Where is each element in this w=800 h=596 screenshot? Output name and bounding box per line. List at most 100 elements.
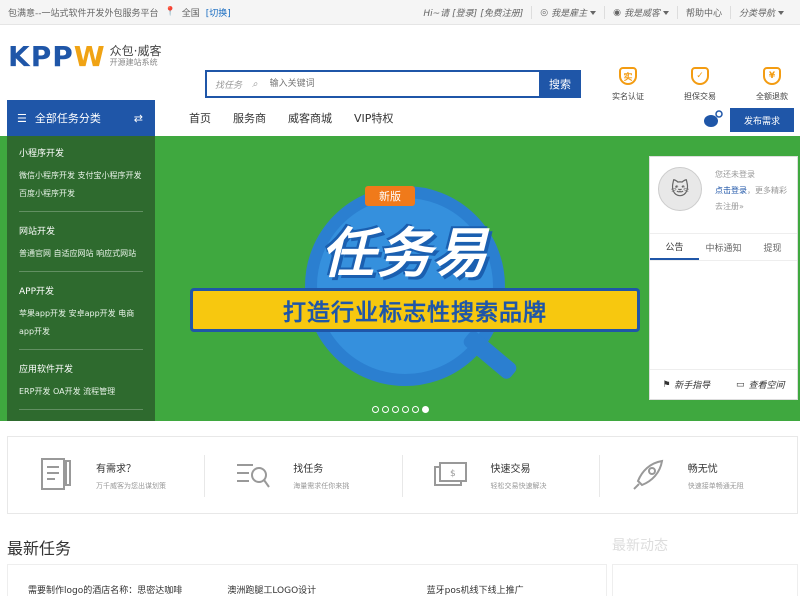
- feature-subtitle: 轻松交易快速解决: [490, 481, 547, 490]
- top-bar: 包满意--一站式软件开发外包服务平台 📍 全国 [切换] Hi~请 [登录] […: [0, 0, 800, 25]
- feature-title: 畅无忧: [687, 463, 718, 475]
- svg-text:$: $: [450, 469, 456, 479]
- badge-refund: ¥ 全额退款: [750, 67, 794, 102]
- feature-need[interactable]: 有需求？ 万千威客为您出谋划策: [8, 437, 206, 513]
- category-title[interactable]: APP开发: [19, 284, 143, 297]
- category-items[interactable]: 普通官网 自适应网站 响应式网站: [19, 245, 143, 263]
- publish-demand-button[interactable]: 发布需求: [730, 108, 794, 132]
- money-icon: $: [433, 462, 467, 486]
- search-button[interactable]: 搜索: [539, 70, 581, 98]
- category-group: APP开发 苹果app开发 安卓app开发 电商app开发: [19, 284, 143, 350]
- login-status: 您还未登录: [715, 170, 755, 179]
- menu-icon: ☰: [17, 111, 27, 125]
- carousel-dot[interactable]: [382, 406, 389, 413]
- nav-home[interactable]: 首页: [189, 110, 211, 126]
- nav-mall[interactable]: 威客商城: [288, 110, 332, 126]
- login-link[interactable]: [登录]: [452, 6, 477, 19]
- search-list-icon: [237, 464, 271, 488]
- task-item[interactable]: 需要制作logo的酒店名称：思密达咖啡: [8, 565, 207, 596]
- category-items[interactable]: 微信小程序开发 支付宝小程序开发 百度小程序开发: [19, 167, 143, 203]
- monitor-icon: ▭: [735, 379, 745, 390]
- category-items[interactable]: ERP开发 OA开发 流程管理: [19, 383, 143, 401]
- category-sidebar: 小程序开发 微信小程序开发 支付宝小程序开发 百度小程序开发 网站开发 普通官网…: [7, 136, 155, 421]
- search-input[interactable]: [265, 72, 539, 96]
- document-icon: [41, 458, 71, 490]
- employer-label: 我是雇主: [551, 9, 588, 19]
- category-title[interactable]: 网站开发: [19, 224, 143, 237]
- trust-badges: 实实名认证 ✓ 担保交易 ¥ 全额退款: [606, 67, 794, 102]
- rocket-icon: [633, 459, 663, 490]
- beginner-guide-label: 新手指导: [674, 381, 711, 391]
- feature-strip: 有需求？ 万千威客为您出谋划策 找任务 海量需求任你来挑 $ 快速交易轻松交易快速解…: [7, 436, 798, 514]
- carousel-dot[interactable]: [412, 406, 419, 413]
- tab-withdraw[interactable]: 提现: [748, 234, 797, 260]
- login-link[interactable]: 点击登录: [715, 186, 747, 195]
- tab-announcement[interactable]: 公告: [650, 234, 699, 260]
- all-categories-label: 全部任务分类: [34, 112, 101, 125]
- employer-menu[interactable]: ◎ 我是雇主: [531, 6, 604, 19]
- register-link[interactable]: [免费注册]: [480, 6, 523, 19]
- notice-tabs: 公告 中标通知 提现: [650, 233, 797, 261]
- carousel-dot[interactable]: [402, 406, 409, 413]
- site-logo[interactable]: KPPW 众包·威客 开源建站系统: [8, 40, 161, 73]
- tab-winning-notice[interactable]: 中标通知: [699, 234, 748, 260]
- carousel-dot[interactable]: [372, 406, 379, 413]
- nav-vip[interactable]: VIP特权: [354, 110, 393, 126]
- feature-subtitle: 海量需求任你来挑: [293, 481, 350, 490]
- hero-slogan: 打造行业标志性搜索品牌: [190, 288, 640, 332]
- chevron-down-icon: [590, 10, 597, 15]
- chevron-down-icon: [778, 10, 784, 15]
- shield-yuan-icon: ¥: [763, 67, 781, 85]
- hero-graphic: 新版 任务易 打造行业标志性搜索品牌: [190, 176, 640, 386]
- category-items[interactable]: 苹果app开发 安卓app开发 电商app开发: [19, 305, 143, 341]
- task-item[interactable]: 蓝牙pos机线下线上推广: [407, 565, 606, 596]
- latest-tasks: 需要制作logo的酒店名称：思密达咖啡 澳洲跑腿工LOGO设计 蓝牙pos机线下…: [7, 564, 607, 596]
- logo-subtitle: 开源建站系统: [109, 57, 158, 67]
- all-categories-button[interactable]: ☰ 全部任务分类 ⇄: [7, 100, 155, 136]
- register-link[interactable]: 去注册»: [715, 199, 787, 215]
- nav-providers[interactable]: 服务商: [233, 110, 266, 126]
- employer-icon: ◎: [540, 7, 549, 18]
- hero-headline: 任务易: [321, 222, 489, 285]
- view-space-button[interactable]: ▭ 查看空间: [724, 370, 798, 399]
- shield-check-icon: ✓: [691, 67, 709, 85]
- view-space-label: 查看空间: [748, 381, 785, 391]
- search-scope-label: 找任务: [215, 80, 243, 91]
- avatar: 🐱: [658, 167, 702, 211]
- swap-arrows-icon: ⇄: [133, 111, 143, 125]
- feature-fast-trade[interactable]: $ 快速交易轻松交易快速解决: [403, 437, 601, 513]
- new-version-tag: 新版: [365, 186, 415, 206]
- feature-title: 快速交易: [490, 463, 531, 475]
- carousel-dot-active[interactable]: [422, 406, 429, 413]
- user-panel: 🐱 您还未登录 点击登录，更多精彩 去注册» 公告 中标通知 提现 ⚑ 新手指导 …: [649, 156, 798, 400]
- worker-menu[interactable]: ◉ 我是威客: [604, 6, 677, 19]
- main-nav: ☰ 全部任务分类 ⇄ 首页 服务商 威客商城 VIP特权 发布需求: [0, 100, 800, 136]
- header: KPPW 众包·威客 开源建站系统 找任务 ⌕ 搜索 实实名认证 ✓担保交易 ¥全…: [0, 25, 800, 102]
- category-group: 网站开发 普通官网 自适应网站 响应式网站: [19, 224, 143, 272]
- category-title[interactable]: 应用软件开发: [19, 362, 143, 375]
- greeting-text: Hi~请: [423, 9, 450, 19]
- beginner-guide-button[interactable]: ⚑ 新手指导: [650, 370, 724, 399]
- feature-worry-free[interactable]: 畅无忧 快速接单畅通无阻: [600, 437, 797, 513]
- carousel-dot[interactable]: [392, 406, 399, 413]
- worker-icon: ◉: [613, 7, 621, 18]
- section-title: 最新任务: [7, 539, 72, 558]
- feature-find-task[interactable]: 找任务 海量需求任你来挑: [205, 437, 403, 513]
- logo-mark: KPPW: [8, 40, 106, 73]
- help-center-link[interactable]: 帮助中心: [676, 6, 730, 19]
- flag-icon: ⚑: [663, 379, 671, 390]
- category-nav-menu[interactable]: 分类导航: [729, 6, 792, 19]
- shield-icon: 实: [619, 67, 637, 85]
- login-hint: ，更多精彩: [747, 186, 787, 195]
- category-title[interactable]: 小程序开发: [19, 146, 143, 159]
- task-item[interactable]: 澳洲跑腿工LOGO设计: [207, 565, 406, 596]
- badge-realname: 实实名认证: [606, 67, 650, 102]
- location-text: 全国: [181, 8, 200, 19]
- feature-subtitle: 万千威客为您出谋划策: [96, 481, 166, 490]
- logo-name: 众包·威客: [109, 43, 162, 58]
- switch-location-link[interactable]: [切换]: [206, 6, 231, 19]
- hero-banner[interactable]: 新版 任务易 打造行业标志性搜索品牌 小程序开发 微信小程序开发 支付宝小程序开…: [0, 136, 800, 421]
- news-panel: [612, 564, 798, 596]
- search-scope-select[interactable]: 找任务 ⌕: [207, 78, 266, 91]
- category-group: 应用软件开发 ERP开发 OA开发 流程管理: [19, 362, 143, 410]
